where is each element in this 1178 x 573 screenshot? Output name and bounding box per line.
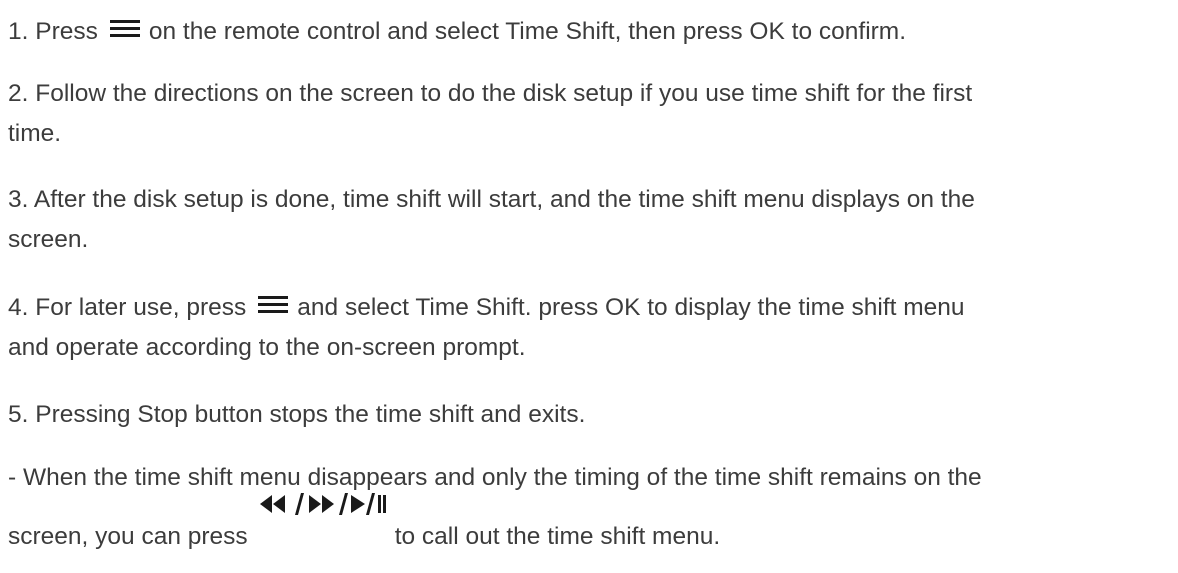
step-1-text-after-icon: on the remote control and select Time Sh… — [148, 18, 907, 45]
note-text-before-icon: screen, you can press — [8, 523, 248, 550]
menu-icon — [109, 18, 140, 40]
step-4-line-1: 4. For later use, press and select Time S… — [8, 288, 1176, 328]
step-2: 2. Follow the directions on the screen t… — [8, 74, 1176, 154]
step-3-line-1: 3. After the disk setup is done, time sh… — [8, 186, 975, 213]
step-4: 4. For later use, press and select Time S… — [8, 288, 1176, 368]
step-5: 5. Pressing Stop button stops the time s… — [8, 395, 1176, 435]
step-4-text-before-icon: 4. For later use, press — [8, 294, 247, 321]
step-5-line-1: 5. Pressing Stop button stops the time s… — [8, 401, 586, 428]
menu-icon — [258, 294, 289, 316]
step-1-line-1: 1. Press on the remote control and select… — [8, 12, 1176, 52]
note-line-2: screen, you can press to call out the ti… — [8, 493, 1176, 557]
step-1: 1. Press on the remote control and select… — [8, 12, 1176, 52]
note: - When the time shift menu disappears an… — [8, 458, 1176, 557]
step-3: 3. After the disk setup is done, time sh… — [8, 180, 1176, 260]
step-2-line-1: 2. Follow the directions on the screen t… — [8, 80, 973, 107]
step-1-text-before-icon: 1. Press — [8, 18, 98, 45]
step-3-line-2: screen. — [8, 226, 89, 253]
note-text-after-icon: to call out the time shift menu. — [394, 523, 721, 550]
step-4-text-after-icon: and select Time Shift. press OK to displ… — [297, 294, 965, 321]
step-4-line-2: and operate according to the on-screen p… — [8, 334, 526, 361]
note-line-1: - When the time shift menu disappears an… — [8, 464, 982, 491]
step-2-line-2: time. — [8, 120, 62, 147]
rewind-forward-play-pause-icon — [259, 493, 387, 538]
